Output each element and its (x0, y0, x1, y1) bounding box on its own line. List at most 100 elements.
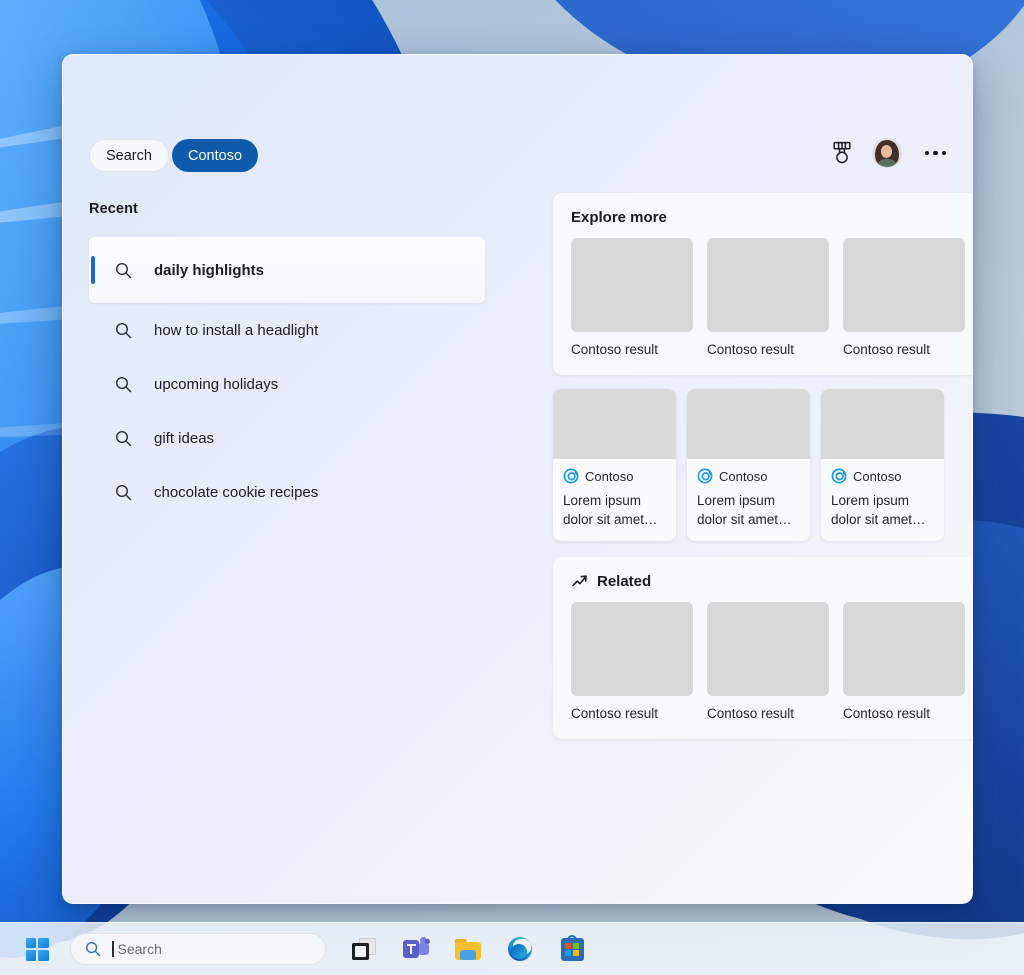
teams-person-head-small (425, 939, 430, 944)
recent-item-label: gift ideas (154, 429, 215, 447)
store-tile (573, 949, 579, 956)
news-card-row: Contoso Lorem ipsum dolor sit amet… Cont… (553, 389, 972, 541)
taskbar-task-view-button[interactable] (344, 929, 384, 969)
thumbnail-label: Contoso result (707, 706, 795, 721)
trending-up-icon (572, 575, 587, 587)
windows-logo-icon (25, 937, 49, 961)
dot (924, 150, 929, 156)
thumbnail-placeholder-image (571, 238, 693, 332)
related-thumb[interactable]: Contoso result (707, 602, 829, 721)
explore-more-card: Explore more Contoso result Contoso resu… (553, 193, 972, 375)
store-handle (567, 934, 577, 942)
taskbar-search-box[interactable]: Search (70, 933, 326, 965)
thumbnail-label: Contoso result (571, 706, 659, 721)
filter-pill-search[interactable]: Search (89, 139, 169, 172)
filter-pill-search-label: Search (106, 147, 152, 164)
search-icon (115, 376, 132, 392)
news-card[interactable]: Contoso Lorem ipsum dolor sit amet… (687, 389, 810, 541)
logo-pane (38, 937, 49, 948)
text-cursor (112, 941, 114, 957)
news-card-source-name: Contoso (853, 468, 902, 484)
taskbar: Search (0, 922, 1024, 975)
taskbar-teams-button[interactable] (396, 929, 436, 969)
start-button[interactable] (16, 928, 58, 970)
recent-search-list: daily highlights how to install a headli… (89, 237, 509, 519)
recent-item-daily-highlights[interactable]: daily highlights (89, 237, 485, 303)
avatar-shoulders (875, 159, 898, 167)
recent-item-upcoming-holidays[interactable]: upcoming holidays (89, 357, 509, 411)
thumbnail-label: Contoso result (843, 706, 931, 721)
news-card-image (553, 389, 676, 459)
search-icon (115, 322, 132, 338)
news-card[interactable]: Contoso Lorem ipsum dolor sit amet… (821, 389, 944, 541)
news-card-source: Contoso (563, 468, 666, 484)
teams-t-stem (410, 944, 413, 954)
results-column: Explore more Contoso result Contoso resu… (553, 193, 972, 739)
news-card-source-name: Contoso (719, 468, 768, 484)
taskbar-edge-button[interactable] (500, 929, 540, 969)
task-view-front-pane (352, 943, 369, 960)
recent-column: Recent daily highlights how to install a… (89, 201, 509, 519)
explore-more-header: Explore more (571, 209, 972, 226)
search-icon (115, 262, 132, 278)
microsoft-store-icon (560, 934, 584, 961)
news-card-source: Contoso (697, 468, 800, 484)
dot (941, 150, 946, 156)
related-thumb[interactable]: Contoso result (843, 602, 965, 721)
recent-item-label: upcoming holidays (154, 375, 279, 393)
search-icon (115, 430, 132, 446)
filter-pill-contoso[interactable]: Contoso (172, 139, 259, 172)
recent-item-gift-ideas[interactable]: gift ideas (89, 411, 509, 465)
explore-more-title: Explore more (571, 209, 667, 226)
recent-item-chocolate-cookie-recipes[interactable]: chocolate cookie recipes (89, 465, 509, 519)
folder-inner (460, 949, 476, 960)
recent-item-how-to-install-a-headlight[interactable]: how to install a headlight (89, 303, 509, 357)
thumbnail-placeholder-image (571, 602, 693, 696)
recent-item-label: daily highlights (154, 261, 265, 279)
news-card-body: Contoso Lorem ipsum dolor sit amet… (821, 459, 944, 541)
news-card-description: Lorem ipsum dolor sit amet… (697, 493, 792, 527)
teams-person-body (418, 943, 429, 955)
thumbnail-placeholder-image (843, 602, 965, 696)
logo-pane (38, 950, 49, 961)
contoso-swirl-icon (831, 468, 847, 484)
thumbnail-placeholder-image (707, 238, 829, 332)
explore-more-thumb[interactable]: Contoso result (843, 238, 965, 357)
thumbnail-placeholder-image (843, 238, 965, 332)
explore-more-thumb[interactable]: Contoso result (571, 238, 693, 357)
taskbar-store-button[interactable] (552, 929, 592, 969)
recent-item-label: how to install a headlight (154, 321, 319, 339)
news-card-body: Contoso Lorem ipsum dolor sit amet… (553, 459, 676, 541)
panel-topbar: Search Contoso (63, 55, 972, 172)
rewards-medal-icon[interactable] (831, 141, 853, 165)
news-card-body: Contoso Lorem ipsum dolor sit amet… (687, 459, 810, 541)
user-avatar[interactable] (872, 139, 901, 167)
news-card-image (687, 389, 810, 459)
avatar-face (881, 145, 892, 158)
file-explorer-icon (455, 938, 481, 960)
store-tile (565, 949, 571, 956)
search-icon (85, 941, 101, 957)
taskbar-app-icons (344, 929, 592, 969)
thumbnail-placeholder-image (707, 602, 829, 696)
related-thumb[interactable]: Contoso result (571, 602, 693, 721)
search-flyout-panel: Search Contoso Recent daily highlights h… (62, 54, 973, 904)
contoso-swirl-icon (563, 468, 579, 484)
news-card-description: Lorem ipsum dolor sit amet… (831, 493, 926, 527)
news-card[interactable]: Contoso Lorem ipsum dolor sit amet… (553, 389, 676, 541)
topbar-actions (831, 139, 951, 167)
related-title: Related (597, 573, 652, 590)
store-tile (565, 942, 571, 949)
thumbnail-label: Contoso result (571, 342, 659, 357)
taskbar-search-placeholder: Search (117, 941, 162, 957)
search-icon (115, 484, 132, 500)
thumbnail-label: Contoso result (843, 342, 931, 357)
filter-pill-contoso-label: Contoso (188, 147, 243, 164)
recent-section-title: Recent (89, 201, 138, 217)
explore-more-thumb[interactable]: Contoso result (707, 238, 829, 357)
more-options-icon[interactable] (921, 147, 951, 160)
taskbar-file-explorer-button[interactable] (448, 929, 488, 969)
task-view-icon (352, 938, 376, 960)
news-card-description: Lorem ipsum dolor sit amet… (563, 493, 658, 527)
news-card-source-name: Contoso (585, 468, 634, 484)
